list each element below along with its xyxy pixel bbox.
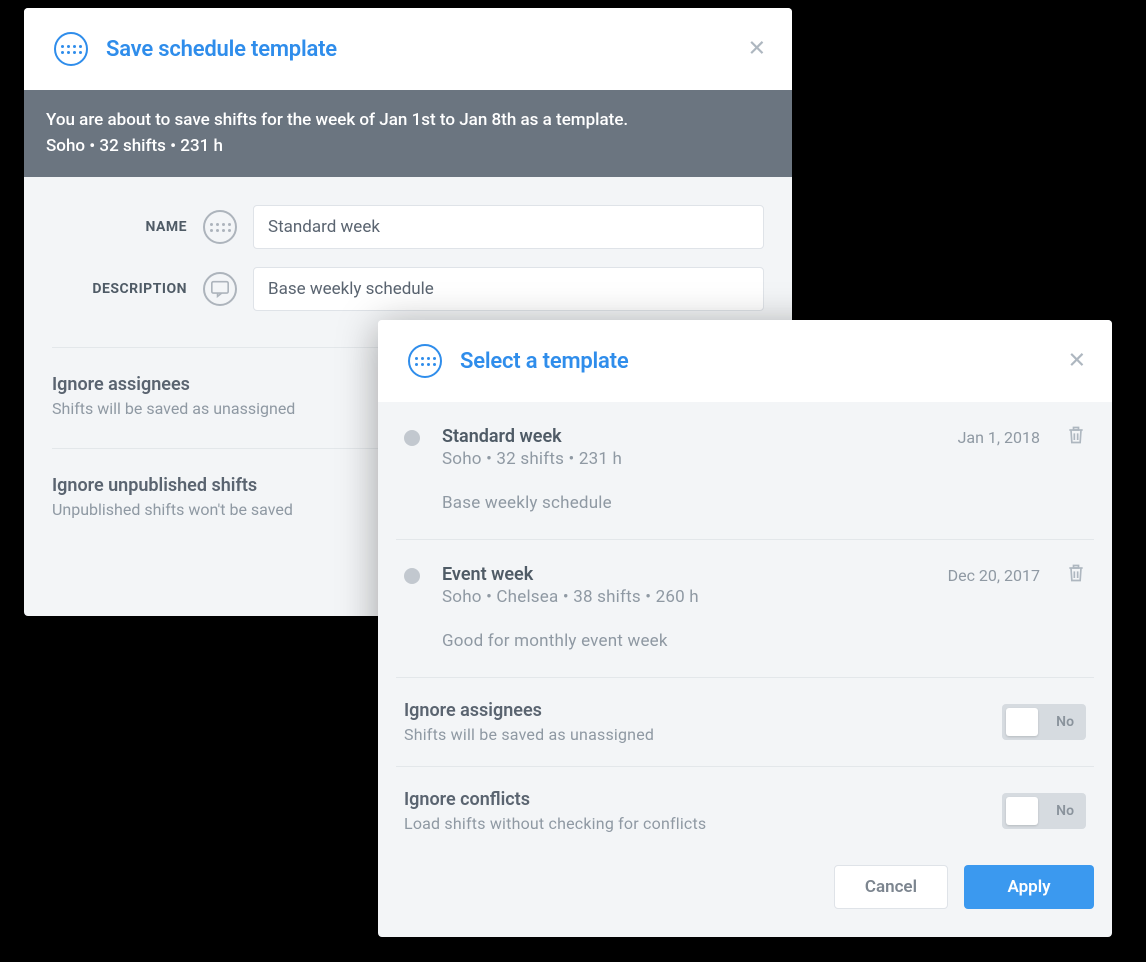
radio-icon[interactable] bbox=[404, 430, 420, 446]
description-label: DESCRIPTION bbox=[52, 281, 187, 297]
toggle-text: Ignore conflicts Load shifts without che… bbox=[404, 789, 706, 833]
toggle-label: No bbox=[1056, 714, 1074, 730]
cancel-button[interactable]: Cancel bbox=[834, 865, 948, 909]
schedule-icon bbox=[408, 344, 442, 378]
schedule-icon bbox=[54, 32, 88, 66]
select-modal-header: Select a template ✕ bbox=[378, 320, 1112, 402]
description-input[interactable] bbox=[253, 267, 764, 311]
template-meta: Soho • 32 shifts • 231 h bbox=[442, 449, 1086, 469]
select-modal-title: Select a template bbox=[460, 349, 629, 374]
option-description: Load shifts without checking for conflic… bbox=[404, 814, 706, 833]
save-modal-title: Save schedule template bbox=[106, 37, 337, 62]
template-row[interactable]: Standard week Soho • 32 shifts • 231 h B… bbox=[396, 402, 1094, 540]
template-date: Jan 1, 2018 bbox=[958, 428, 1040, 447]
description-row: DESCRIPTION bbox=[52, 267, 764, 311]
banner-text-line1: You are about to save shifts for the wee… bbox=[46, 108, 772, 134]
template-meta: Soho • Chelsea • 38 shifts • 260 h bbox=[442, 587, 1086, 607]
apply-button[interactable]: Apply bbox=[964, 865, 1094, 909]
name-label: NAME bbox=[52, 219, 187, 235]
option-title: Ignore assignees bbox=[404, 700, 654, 721]
ignore-assignees-toggle-row: Ignore assignees Shifts will be saved as… bbox=[396, 678, 1094, 767]
save-modal-header: Save schedule template ✕ bbox=[24, 8, 792, 90]
ignore-assignees-toggle[interactable]: No bbox=[1002, 704, 1086, 740]
name-input[interactable] bbox=[253, 205, 764, 249]
ignore-conflicts-toggle[interactable]: No bbox=[1002, 793, 1086, 829]
template-row[interactable]: Event week Soho • Chelsea • 38 shifts • … bbox=[396, 540, 1094, 678]
info-banner: You are about to save shifts for the wee… bbox=[24, 90, 792, 177]
close-icon[interactable]: ✕ bbox=[1068, 349, 1086, 374]
toggle-knob bbox=[1006, 797, 1038, 825]
close-icon[interactable]: ✕ bbox=[748, 37, 766, 62]
template-description: Good for monthly event week bbox=[442, 631, 1086, 651]
toggle-knob bbox=[1006, 708, 1038, 736]
option-description: Shifts will be saved as unassigned bbox=[404, 725, 654, 744]
radio-icon[interactable] bbox=[404, 568, 420, 584]
toggle-text: Ignore assignees Shifts will be saved as… bbox=[404, 700, 654, 744]
message-icon bbox=[203, 272, 237, 306]
schedule-icon bbox=[203, 210, 237, 244]
option-title: Ignore conflicts bbox=[404, 789, 706, 810]
ignore-conflicts-toggle-row: Ignore conflicts Load shifts without che… bbox=[396, 767, 1094, 855]
name-row: NAME bbox=[52, 205, 764, 249]
select-template-modal: Select a template ✕ Standard week Soho •… bbox=[378, 320, 1112, 937]
template-description: Base weekly schedule bbox=[442, 493, 1086, 513]
toggle-label: No bbox=[1056, 803, 1074, 819]
trash-icon[interactable] bbox=[1066, 562, 1086, 588]
select-body: Standard week Soho • 32 shifts • 231 h B… bbox=[378, 402, 1112, 855]
banner-text-line2: Soho • 32 shifts • 231 h bbox=[46, 134, 772, 160]
select-modal-footer: Cancel Apply bbox=[378, 855, 1112, 933]
template-date: Dec 20, 2017 bbox=[948, 566, 1040, 585]
trash-icon[interactable] bbox=[1066, 424, 1086, 450]
